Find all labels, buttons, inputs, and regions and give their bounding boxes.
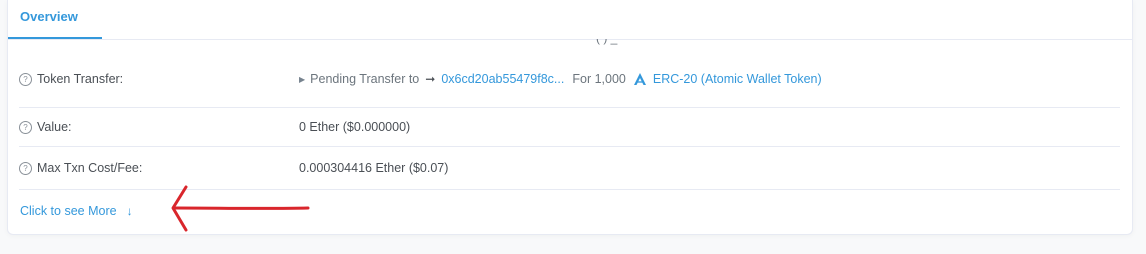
token-transfer-label: Token Transfer: [37,72,124,86]
atomic-wallet-logo-icon [633,73,646,85]
to-address-link[interactable]: 0x6cd20ab55479f8c... [441,72,564,86]
caret-right-icon: ▶ [299,74,306,84]
token-transfer-label-group: ? Token Transfer: [19,72,123,86]
question-circle-icon[interactable]: ? [19,161,32,175]
question-circle-icon[interactable]: ? [19,120,32,134]
clipped-row: ( ) _ [8,39,1132,45]
red-arrow-annotation [171,185,310,232]
max-txn-fee-label-group: ? Max Txn Cost/Fee: [19,161,142,175]
max-txn-fee-amount: 0.000304416 Ether ($0.07) [299,161,449,175]
token-name-link[interactable]: ERC-20 (Atomic Wallet Token) [653,72,822,86]
see-more-link[interactable]: Click to see More ↓ [20,204,133,218]
see-more-label: Click to see More [20,204,117,218]
clipped-text: ( ) _ [596,39,617,45]
long-arrow-right-icon: ➞ [425,72,436,86]
max-txn-fee-label: Max Txn Cost/Fee: [37,161,143,175]
tab-bar: Overview [8,0,1132,40]
token-transfer-value: ▶ Pending Transfer to ➞ 0x6cd20ab55479f8… [299,72,822,86]
for-amount-text: For 1,000 [572,72,626,86]
value-label: Value: [37,120,72,134]
tab-overview[interactable]: Overview [8,0,102,39]
arrow-down-icon: ↓ [126,204,133,218]
question-circle-icon[interactable]: ? [19,72,32,86]
token-transfer-row: ? Token Transfer: ▶ Pending Transfer to … [19,50,1120,108]
pending-transfer-text: Pending Transfer to [310,72,420,86]
value-row: ? Value: 0 Ether ($0.000000) [19,108,1120,147]
value-label-group: ? Value: [19,120,72,134]
value-amount: 0 Ether ($0.000000) [299,120,411,134]
